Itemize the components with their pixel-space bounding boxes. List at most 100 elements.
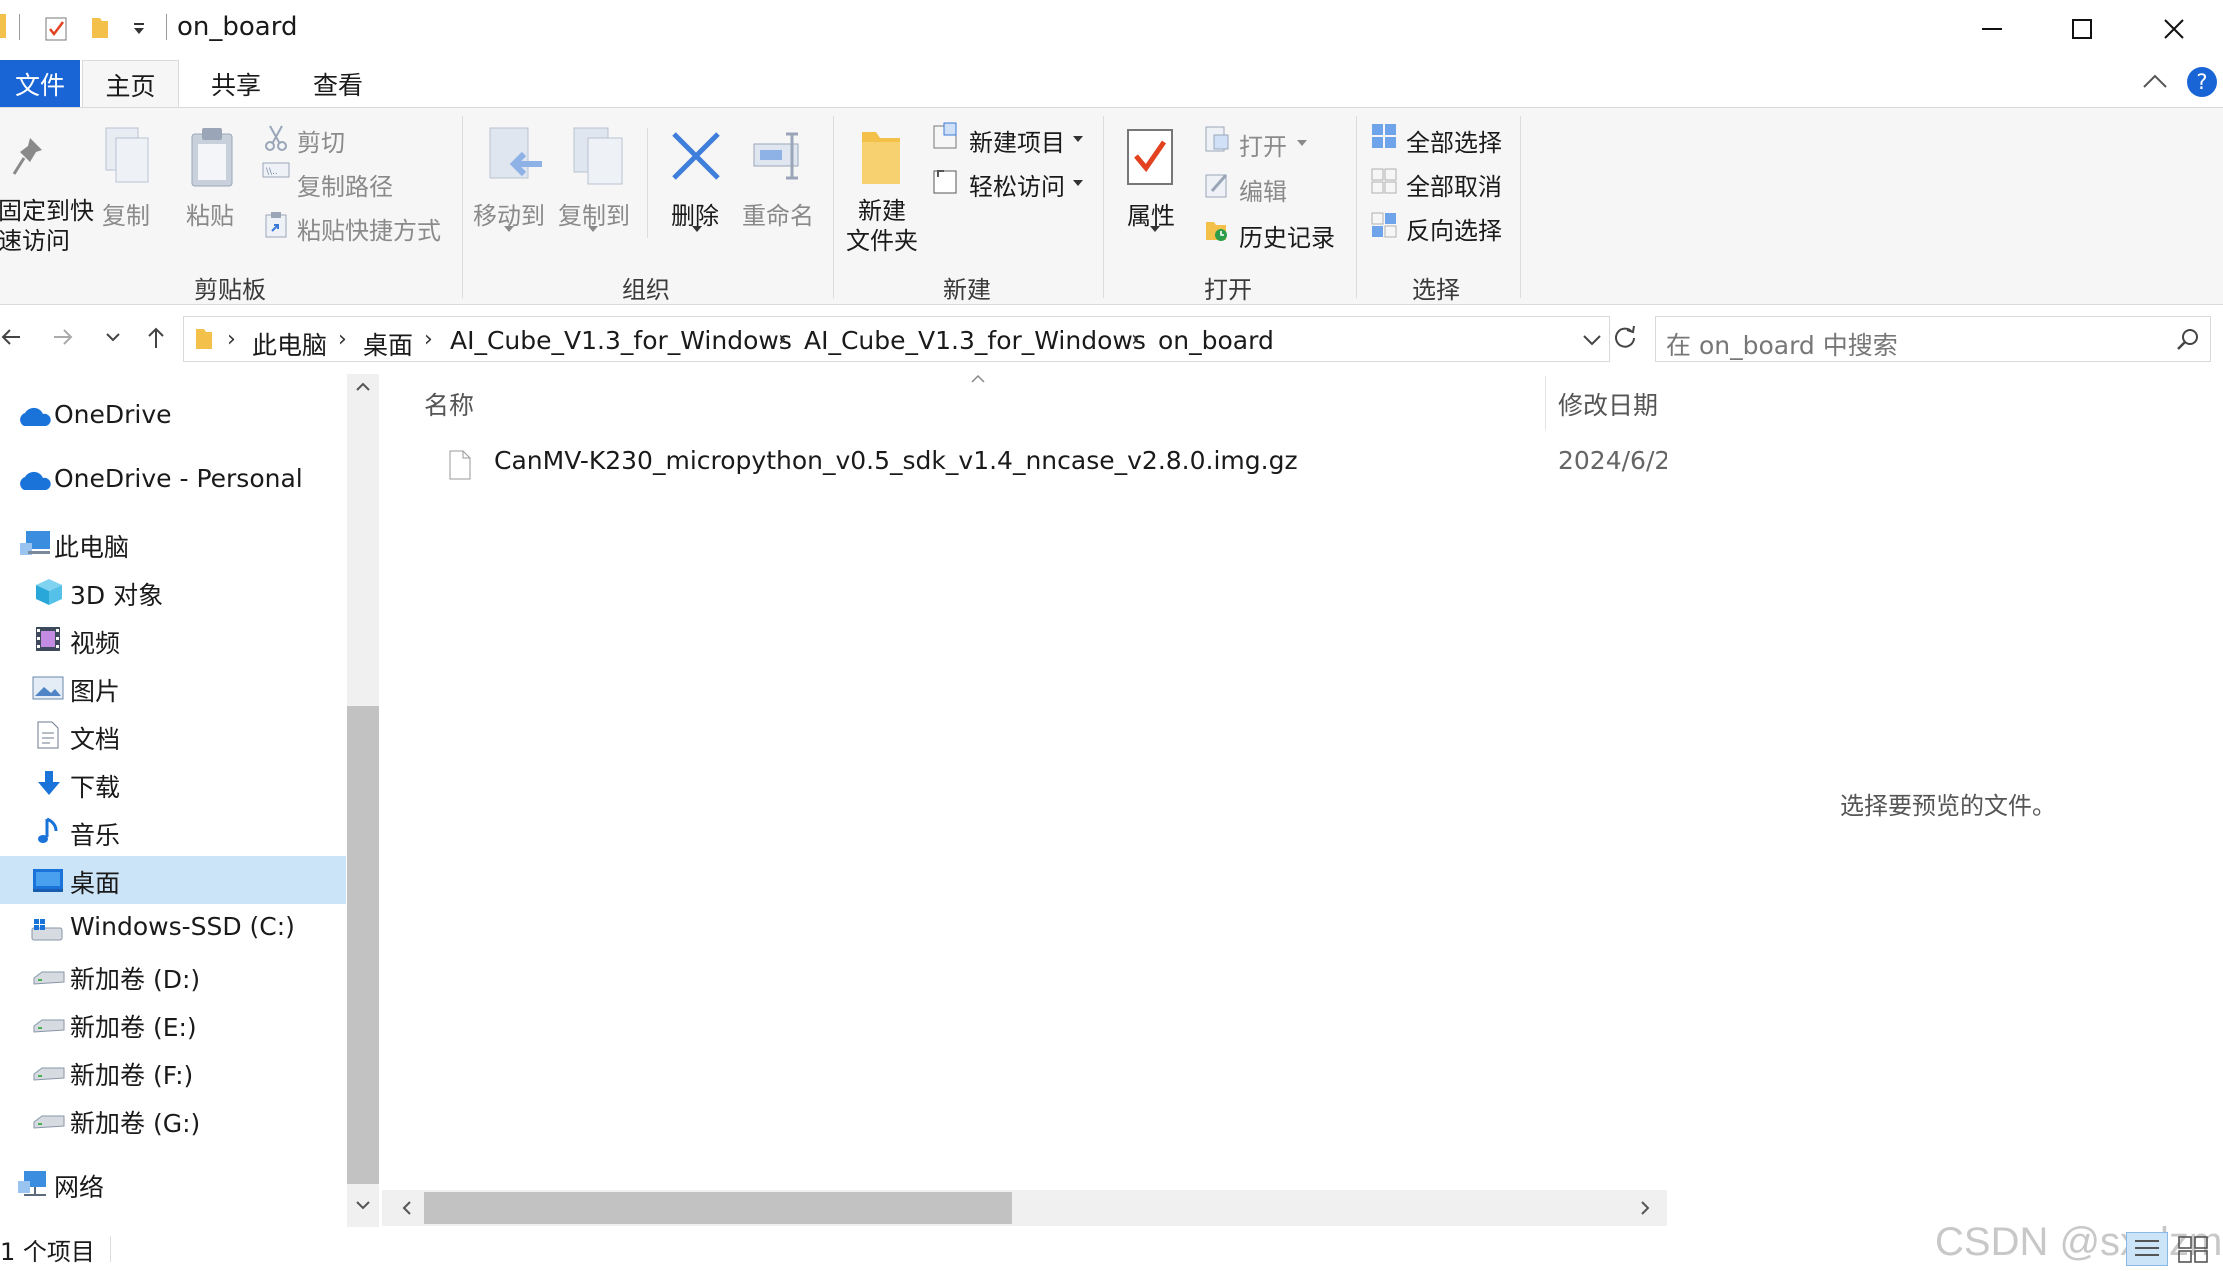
tab-view[interactable]: 查看	[293, 60, 383, 108]
scroll-right-button[interactable]	[1640, 1201, 1650, 1215]
customize-quick-access-icon[interactable]	[132, 22, 146, 36]
nav-item-videos[interactable]: 视频	[0, 616, 346, 662]
cut-button[interactable]: 剪切	[297, 123, 345, 158]
breadcrumb-ai-cube[interactable]: AI_Cube_V1.3_for_Windows	[450, 326, 792, 355]
group-label-new: 新建	[943, 276, 991, 304]
address-history-button[interactable]	[1583, 334, 1601, 346]
tab-file[interactable]: 文件	[0, 60, 80, 108]
paste-button[interactable]: 粘贴	[186, 196, 234, 231]
move-to-icon	[488, 126, 544, 188]
help-icon: ?	[2187, 67, 2217, 97]
nav-item-drive-e[interactable]: 新加卷 (E:)	[0, 1000, 346, 1046]
nav-label: OneDrive	[54, 400, 172, 429]
edit-button[interactable]: 编辑	[1239, 172, 1287, 207]
copy-icon	[102, 126, 152, 186]
nav-item-onedrive[interactable]: OneDrive	[0, 392, 346, 438]
cloud-icon	[16, 470, 52, 492]
scroll-down-button[interactable]	[356, 1200, 370, 1210]
nav-item-downloads[interactable]: 下载	[0, 760, 346, 806]
recent-locations-button[interactable]	[106, 332, 120, 342]
rename-button[interactable]: 重命名	[742, 196, 814, 231]
column-header-name[interactable]: 名称	[424, 386, 474, 422]
arrow-right-icon	[54, 329, 73, 345]
help-button[interactable]: ?	[2186, 66, 2218, 98]
collapse-ribbon-button[interactable]	[2142, 72, 2168, 90]
nav-item-drive-f[interactable]: 新加卷 (F:)	[0, 1048, 346, 1094]
scroll-up-button[interactable]	[356, 382, 370, 392]
group-separator	[1520, 116, 1521, 298]
new-folder-quick-icon[interactable]	[90, 16, 110, 40]
history-button[interactable]: 历史记录	[1239, 218, 1335, 253]
open-button[interactable]: 打开	[1239, 127, 1287, 162]
tab-share[interactable]: 共享	[191, 60, 281, 108]
properties-quick-icon[interactable]	[45, 15, 67, 41]
delete-dropdown-icon	[692, 226, 702, 232]
invert-selection-button[interactable]: 反向选择	[1406, 211, 1502, 246]
file-row[interactable]: CanMV-K230_micropython_v0.5_sdk_v1.4_nnc…	[412, 440, 1667, 486]
column-separator[interactable]	[1545, 376, 1546, 430]
scroll-left-button[interactable]	[402, 1201, 412, 1215]
breadcrumb-ai-cube-sub[interactable]: AI_Cube_V1.3_for_Windows	[804, 326, 1146, 355]
properties-icon	[1126, 126, 1176, 188]
nav-item-this-pc[interactable]: 此电脑	[0, 520, 346, 566]
breadcrumb-separator: ›	[227, 327, 236, 352]
tab-home[interactable]: 主页	[82, 60, 179, 109]
pin-quick-access-button[interactable]: 固定到快 速访问	[0, 196, 94, 256]
maximize-button[interactable]	[2036, 0, 2128, 58]
copy-path-icon: \\..	[262, 162, 290, 178]
search-input[interactable]: 在 on_board 中搜索	[1666, 326, 1898, 362]
up-button[interactable]	[145, 326, 167, 350]
breadcrumb-desktop[interactable]: 桌面	[363, 326, 413, 362]
select-all-button[interactable]: 全部选择	[1406, 123, 1502, 158]
close-button[interactable]	[2128, 0, 2220, 58]
nav-item-3d-objects[interactable]: 3D 对象	[0, 568, 346, 614]
new-item-button[interactable]: 新建项目	[969, 123, 1065, 158]
nav-label: 新加卷 (G:)	[70, 1109, 201, 1138]
chevron-left-icon	[402, 1201, 411, 1215]
horizontal-scrollbar[interactable]	[382, 1190, 1667, 1226]
nav-item-pictures[interactable]: 图片	[0, 664, 346, 710]
status-bar: 1 个项目 CSDN @sxzlzm	[0, 1220, 2223, 1271]
nav-scrollbar[interactable]	[347, 374, 379, 1227]
nav-item-desktop[interactable]: 桌面	[0, 856, 346, 904]
address-bar[interactable]: › 此电脑 › 桌面 › AI_Cube_V1.3_for_Windows › …	[183, 316, 1610, 362]
column-header-date[interactable]: 修改日期	[1558, 386, 1658, 422]
nav-item-drive-d[interactable]: 新加卷 (D:)	[0, 952, 346, 998]
nav-item-music[interactable]: 音乐	[0, 808, 346, 854]
nav-item-drive-c[interactable]: Windows-SSD (C:)	[0, 904, 346, 950]
history-icon	[1204, 216, 1230, 244]
nav-label: Windows-SSD (C:)	[70, 912, 295, 941]
copy-path-button[interactable]: 复制路径	[297, 167, 393, 202]
minimize-button[interactable]	[1946, 0, 2038, 58]
easy-access-button[interactable]: 轻松访问	[969, 167, 1065, 202]
new-item-dropdown-icon	[1073, 136, 1083, 142]
new-folder-button[interactable]: 新建 文件夹	[846, 196, 918, 256]
refresh-button[interactable]	[1612, 324, 1638, 350]
breadcrumb-this-pc[interactable]: 此电脑	[252, 326, 327, 362]
ribbon: 固定到快 速访问 复制 粘贴 剪切 \\.. 复制路径 粘贴快捷方式 剪贴板 移…	[0, 107, 2223, 305]
scroll-thumb[interactable]	[347, 706, 379, 1184]
nav-item-documents[interactable]: 文档	[0, 712, 346, 758]
forward-button[interactable]	[52, 326, 74, 348]
search-icon[interactable]	[2175, 327, 2201, 353]
back-button[interactable]	[0, 326, 22, 348]
nav-item-onedrive-personal[interactable]: OneDrive - Personal	[0, 456, 346, 502]
scroll-thumb[interactable]	[424, 1192, 1012, 1224]
separator	[110, 1236, 111, 1262]
select-none-button[interactable]: 全部取消	[1406, 167, 1502, 202]
paste-shortcut-button[interactable]: 粘贴快捷方式	[297, 211, 441, 246]
breadcrumb-separator: ›	[338, 327, 347, 352]
nav-label: 新加卷 (D:)	[70, 965, 201, 994]
minimize-icon	[1982, 28, 2002, 30]
breadcrumb-on-board[interactable]: on_board	[1158, 326, 1274, 355]
large-icons-view-button[interactable]	[2176, 1234, 2210, 1264]
search-box[interactable]: 在 on_board 中搜索	[1655, 316, 2211, 362]
details-view-button[interactable]	[2126, 1232, 2168, 1266]
new-folder-icon	[858, 126, 904, 188]
nav-label: 网络	[54, 1173, 105, 1202]
copy-button[interactable]: 复制	[102, 196, 150, 231]
large-icons-icon	[2178, 1236, 2208, 1263]
file-date: 2024/6/26	[1558, 446, 1667, 475]
nav-item-drive-g[interactable]: 新加卷 (G:)	[0, 1096, 346, 1142]
nav-item-network[interactable]: 网络	[0, 1160, 346, 1206]
